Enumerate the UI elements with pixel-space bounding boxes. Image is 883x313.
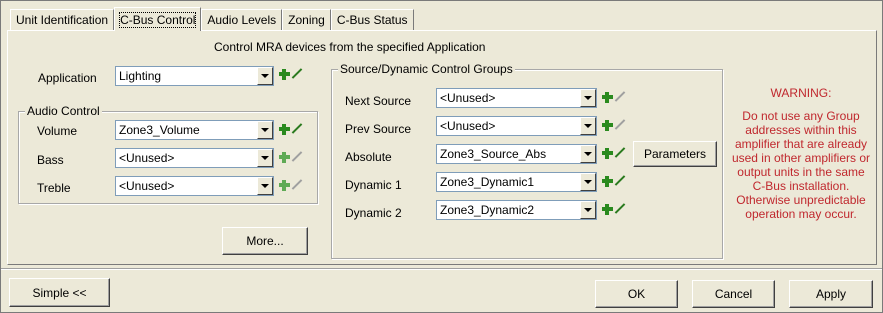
tab-label: Audio Levels bbox=[207, 13, 277, 27]
warning-text: Do not use any Group addresses within th… bbox=[731, 109, 871, 221]
edit-icon[interactable] bbox=[291, 123, 303, 135]
application-label: Application bbox=[38, 71, 97, 85]
next-source-select[interactable]: <Unused> bbox=[436, 88, 597, 108]
tab-label: C-Bus Control bbox=[119, 12, 197, 28]
source-dynamic-title: Source/Dynamic Control Groups bbox=[338, 62, 515, 76]
warning-title: WARNING: bbox=[770, 86, 832, 100]
chevron-down-icon[interactable] bbox=[580, 145, 596, 163]
prev-source-select[interactable]: <Unused> bbox=[436, 116, 597, 136]
tab-audio-levels[interactable]: Audio Levels bbox=[201, 9, 283, 31]
absolute-label: Absolute bbox=[345, 150, 392, 164]
absolute-value: Zone3_Source_Abs bbox=[440, 147, 547, 161]
bass-label: Bass bbox=[37, 153, 64, 167]
add-icon[interactable] bbox=[279, 152, 290, 163]
edit-icon[interactable] bbox=[291, 179, 303, 191]
chevron-down-icon[interactable] bbox=[257, 67, 273, 85]
volume-select[interactable]: Zone3_Volume bbox=[115, 120, 274, 140]
treble-select[interactable]: <Unused> bbox=[115, 176, 274, 196]
apply-button[interactable]: Apply bbox=[789, 280, 873, 308]
simple-button[interactable]: Simple << bbox=[9, 278, 110, 307]
chevron-down-icon[interactable] bbox=[257, 121, 273, 139]
tab-c-bus-status[interactable]: C-Bus Status bbox=[330, 9, 414, 31]
edit-icon[interactable] bbox=[614, 147, 626, 159]
audio-control-title: Audio Control bbox=[25, 104, 102, 118]
next-source-value: <Unused> bbox=[440, 91, 496, 105]
application-value: Lighting bbox=[119, 69, 162, 83]
prev-source-label: Prev Source bbox=[345, 122, 412, 136]
chevron-down-icon[interactable] bbox=[580, 173, 596, 191]
footer-separator-highlight bbox=[1, 269, 882, 270]
tab-label: C-Bus Status bbox=[336, 13, 408, 27]
tab-label: Zoning bbox=[288, 13, 325, 27]
dynamic-1-value: Zone3_Dynamic1 bbox=[440, 175, 535, 189]
add-icon[interactable] bbox=[602, 120, 613, 131]
dynamic-2-value: Zone3_Dynamic2 bbox=[440, 203, 535, 217]
more-button[interactable]: More... bbox=[222, 227, 308, 255]
dynamic-1-label: Dynamic 1 bbox=[345, 178, 402, 192]
bass-select[interactable]: <Unused> bbox=[115, 148, 274, 168]
edit-icon[interactable] bbox=[291, 68, 303, 80]
edit-icon[interactable] bbox=[614, 91, 626, 103]
dynamic-1-select[interactable]: Zone3_Dynamic1 bbox=[436, 172, 597, 192]
bass-value: <Unused> bbox=[119, 151, 175, 165]
add-icon[interactable] bbox=[602, 148, 613, 159]
tab-c-bus-control[interactable]: C-Bus Control bbox=[114, 7, 202, 31]
add-icon[interactable] bbox=[279, 180, 290, 191]
tab-label: Unit Identification bbox=[16, 13, 109, 27]
add-icon[interactable] bbox=[279, 124, 290, 135]
dynamic-2-select[interactable]: Zone3_Dynamic2 bbox=[436, 200, 597, 220]
edit-icon[interactable] bbox=[614, 175, 626, 187]
dynamic-2-label: Dynamic 2 bbox=[345, 206, 402, 220]
tab-strip: Unit Identification C-Bus Control Audio … bbox=[10, 7, 414, 31]
chevron-down-icon[interactable] bbox=[580, 117, 596, 135]
tab-unit-identification[interactable]: Unit Identification bbox=[10, 9, 115, 31]
ok-button[interactable]: OK bbox=[595, 280, 678, 308]
cancel-button[interactable]: Cancel bbox=[692, 280, 775, 308]
chevron-down-icon[interactable] bbox=[257, 177, 273, 195]
edit-icon[interactable] bbox=[614, 119, 626, 131]
add-icon[interactable] bbox=[602, 204, 613, 215]
prev-source-value: <Unused> bbox=[440, 119, 496, 133]
parameters-button[interactable]: Parameters bbox=[633, 141, 717, 167]
treble-value: <Unused> bbox=[119, 179, 175, 193]
treble-label: Treble bbox=[37, 181, 71, 195]
page-caption: Control MRA devices from the specified A… bbox=[214, 40, 486, 54]
chevron-down-icon[interactable] bbox=[580, 89, 596, 107]
absolute-select[interactable]: Zone3_Source_Abs bbox=[436, 144, 597, 164]
volume-label: Volume bbox=[37, 124, 78, 138]
add-icon[interactable] bbox=[279, 69, 290, 80]
edit-icon[interactable] bbox=[291, 151, 303, 163]
application-select[interactable]: Lighting bbox=[115, 66, 274, 86]
next-source-label: Next Source bbox=[345, 94, 412, 108]
chevron-down-icon[interactable] bbox=[580, 201, 596, 219]
add-icon[interactable] bbox=[602, 92, 613, 103]
volume-value: Zone3_Volume bbox=[119, 123, 200, 137]
tab-zoning[interactable]: Zoning bbox=[282, 9, 331, 31]
edit-icon[interactable] bbox=[614, 203, 626, 215]
chevron-down-icon[interactable] bbox=[257, 149, 273, 167]
add-icon[interactable] bbox=[602, 176, 613, 187]
